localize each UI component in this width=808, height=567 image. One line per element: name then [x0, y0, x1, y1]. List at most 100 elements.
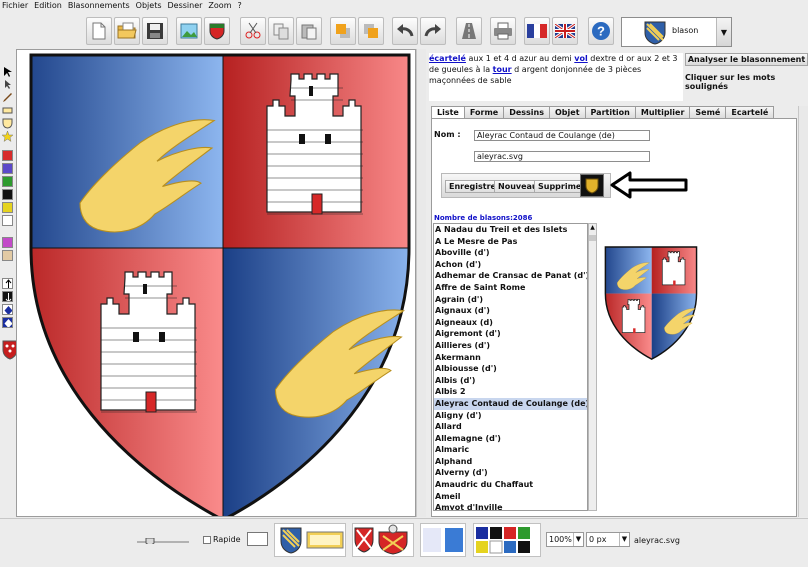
star-tool-icon[interactable]	[2, 131, 13, 142]
list-item[interactable]: Affre de Saint Rome	[434, 282, 587, 294]
tab-dessins[interactable]: Dessins	[503, 106, 550, 118]
list-item[interactable]: Ameil	[434, 491, 587, 503]
palette-swatch[interactable]	[2, 150, 13, 161]
rapide-checkbox[interactable]	[203, 536, 211, 544]
canvas-scrollbar[interactable]	[416, 49, 426, 517]
new-document-icon[interactable]	[86, 17, 112, 45]
road-icon[interactable]	[456, 17, 482, 45]
tab-objet[interactable]: Objet	[549, 106, 586, 118]
palette-swatch[interactable]	[2, 237, 13, 248]
list-item[interactable]: Adhemar de Cransac de Panat (d')	[434, 270, 587, 282]
redo-icon[interactable]	[420, 17, 446, 45]
chevron-down-icon[interactable]: ▼	[619, 533, 629, 546]
list-item[interactable]: Aignaux (d')	[434, 305, 587, 317]
menu-dessiner[interactable]: Dessiner	[166, 0, 205, 12]
menu-zoom[interactable]: Zoom	[206, 0, 233, 12]
list-item[interactable]: Amaudric du Chaffaut	[434, 479, 587, 491]
french-flag-icon[interactable]	[524, 17, 550, 45]
blazon-link-vol[interactable]: vol	[574, 54, 587, 63]
tab-multiplier[interactable]: Multiplier	[634, 106, 691, 118]
color-swatch[interactable]	[504, 541, 516, 553]
list-scrollbar[interactable]: ▲	[588, 223, 597, 511]
color-swatch[interactable]	[518, 541, 530, 553]
crest-thumbnail[interactable]	[378, 524, 408, 555]
palette-swatch[interactable]	[2, 250, 13, 261]
shield-icon[interactable]	[204, 17, 230, 45]
list-item[interactable]: Aigremont (d')	[434, 328, 587, 340]
tab-partition[interactable]: Partition	[584, 106, 636, 118]
paste-icon[interactable]	[296, 17, 322, 45]
scroll-up-icon[interactable]: ▲	[589, 224, 596, 233]
diamond-icon[interactable]	[2, 304, 13, 315]
color-swatch[interactable]	[518, 527, 530, 539]
list-item[interactable]: Aleyrac Contaud de Coulange (de)	[434, 397, 587, 410]
save-icon[interactable]	[142, 17, 168, 45]
menu-objets[interactable]: Objets	[134, 0, 164, 12]
menu-help[interactable]: ?	[235, 0, 243, 12]
chevron-down-icon[interactable]: ▼	[716, 18, 731, 46]
pen-icon[interactable]	[2, 92, 13, 103]
color-swatch[interactable]	[489, 540, 503, 554]
list-item[interactable]: Aligny (d')	[434, 410, 587, 422]
list-item[interactable]: Aigneaux (d)	[434, 317, 587, 329]
list-item[interactable]: Akermann	[434, 352, 587, 364]
stroke-width-select[interactable]: 0 px ▼	[586, 532, 630, 547]
current-color-box[interactable]	[247, 532, 268, 546]
palette-swatch[interactable]	[2, 202, 13, 213]
list-item[interactable]: Allemagne (d')	[434, 433, 587, 445]
name-field[interactable]: Aleyrac Contaud de Coulange (de)	[474, 130, 650, 141]
zoom-select[interactable]: 100% ▼	[546, 532, 584, 547]
color-swatch[interactable]	[490, 527, 502, 539]
english-flag-icon[interactable]	[552, 17, 578, 45]
scroll-thumb[interactable]	[589, 235, 596, 241]
palette-swatch[interactable]	[2, 176, 13, 187]
list-item[interactable]: Almaric	[434, 444, 587, 456]
color-swatch[interactable]	[504, 527, 516, 539]
palette-swatch[interactable]	[2, 189, 13, 200]
right-panel-scrollbar[interactable]	[798, 106, 808, 517]
tab-liste[interactable]: Liste	[431, 106, 465, 118]
list-item[interactable]: A Nadau du Treil et des Islets	[434, 224, 587, 236]
palette-swatch[interactable]	[2, 163, 13, 174]
pointer-icon[interactable]	[2, 79, 13, 90]
zoom-slider[interactable]	[137, 538, 189, 544]
list-item[interactable]: Albis 2	[434, 386, 587, 398]
list-item[interactable]: Achon (d')	[434, 259, 587, 271]
color-swatch[interactable]	[476, 527, 488, 539]
bring-front-icon[interactable]	[330, 17, 356, 45]
blazon-link-tour[interactable]: tour	[493, 65, 512, 74]
tab-seme[interactable]: Semé	[689, 106, 727, 118]
pattern-thumbnail[interactable]	[423, 528, 441, 552]
list-item[interactable]: Alphand	[434, 456, 587, 468]
template-thumbnail[interactable]	[306, 531, 344, 549]
filename-field[interactable]: aleyrac.svg	[474, 151, 650, 162]
list-item[interactable]: Agrain (d')	[434, 294, 587, 306]
rectangle-tool-icon[interactable]	[2, 105, 13, 116]
diamond-filled-icon[interactable]	[2, 317, 13, 328]
list-item[interactable]: Allard	[434, 421, 587, 433]
menu-fichier[interactable]: Fichier	[0, 0, 30, 12]
insert-image-icon[interactable]	[176, 17, 202, 45]
help-icon[interactable]: ?	[588, 17, 614, 45]
list-item[interactable]: A Le Mesre de Pas	[434, 236, 587, 248]
shield-thumbnail-button[interactable]	[580, 174, 604, 197]
palette-swatch[interactable]	[2, 215, 13, 226]
shield-tool-icon[interactable]	[2, 118, 13, 129]
menu-blasonnements[interactable]: Blasonnements	[66, 0, 132, 12]
list-item[interactable]: Albiousse (d')	[434, 363, 587, 375]
pattern-thumbnail[interactable]	[445, 528, 463, 552]
undo-icon[interactable]	[392, 17, 418, 45]
chevron-down-icon[interactable]: ▼	[573, 533, 583, 546]
color-swatch[interactable]	[476, 541, 488, 553]
blazon-list[interactable]: A Nadau du Treil et des Islets A Le Mesre…	[433, 223, 588, 511]
template-thumbnail[interactable]	[280, 527, 302, 554]
tab-ecartele[interactable]: Ecartelé	[725, 106, 775, 118]
list-item[interactable]: Alverny (d')	[434, 467, 587, 479]
menu-edition[interactable]: Edition	[32, 0, 64, 12]
send-back-icon[interactable]	[358, 17, 384, 45]
print-icon[interactable]	[490, 17, 516, 45]
cut-icon[interactable]	[240, 17, 266, 45]
analyze-blazon-button[interactable]: Analyser le blasonnement	[685, 53, 808, 66]
open-folder-icon[interactable]	[114, 17, 140, 45]
select-arrow-icon[interactable]	[2, 66, 13, 77]
